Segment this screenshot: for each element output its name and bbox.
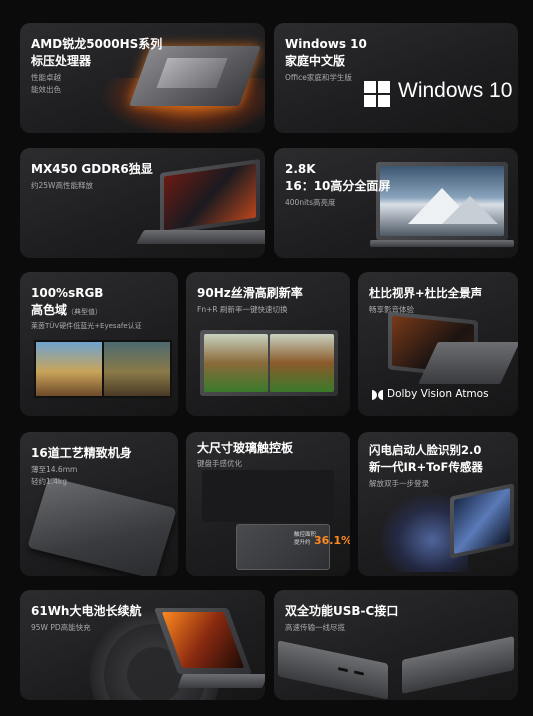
color-title-line2: 高色域（典型值）	[31, 303, 103, 317]
card-cpu: AMD锐龙5000HS系列 标压处理器 性能卓越 能效出色	[20, 23, 265, 133]
card-screen: 2.8K 16：10高分全面屏 400nits高亮度	[274, 148, 518, 258]
card-body: 16道工艺精致机身 薄至14.6mm 轻约1.4kg	[20, 432, 178, 576]
body-title: 16道工艺精致机身	[31, 446, 132, 460]
screen-title-line1: 2.8K	[285, 162, 316, 176]
laptop-ports-left-image	[278, 640, 388, 700]
color-comparison-image	[34, 340, 172, 400]
usbc-title: 双全功能USB-C接口	[285, 604, 399, 618]
os-sub: Office家庭和学生版	[285, 73, 352, 82]
card-battery: 61Wh大电池长续航 95W PD高能快充	[20, 590, 265, 700]
cpu-sub-line1: 性能卓越	[31, 73, 61, 82]
dolby-title: 杜比视界+杜比全景声	[369, 286, 483, 300]
face-title-line2: 新一代IR+ToF传感器	[369, 460, 483, 474]
laptop-face-image	[450, 483, 518, 570]
card-usbc: 双全功能USB-C接口 高速传输一线尽揽	[274, 590, 518, 700]
keyboard-image	[202, 470, 334, 522]
cpu-title-line2: 标压处理器	[31, 54, 92, 68]
usb-c-port-icon	[338, 667, 348, 673]
dolby-logo-icon	[372, 390, 384, 400]
os-title-line2: 家庭中文版	[285, 54, 346, 68]
color-sub: 莱茵TÜV硬件低蓝光+Eyesafe认证	[31, 322, 142, 330]
refresh-sub: Fn+R 刷新率一键快速切换	[197, 305, 288, 314]
laptop-closed-image	[27, 476, 177, 576]
color-title-line1: 100%sRGB	[31, 286, 104, 300]
card-face: 闪电启动人脸识别2.0 新一代IR+ToF传感器 解放双手一步登录	[358, 432, 518, 576]
face-sub: 解放双手一步登录	[369, 479, 429, 488]
windows-logo-icon	[364, 81, 390, 107]
card-touchpad: 大尺寸玻璃触控板 键盘手感优化 触控面积 提升约 36.1%	[186, 432, 350, 576]
body-sub-line2: 轻约1.4kg	[31, 477, 68, 486]
touchpad-label2: 提升约	[294, 540, 311, 546]
laptop-ports-right-image	[402, 636, 514, 694]
card-dolby: 杜比视界+杜比全景声 畅享影音体验 Dolby Vision Atmos	[358, 272, 518, 416]
screen-sub: 400nits高亮度	[285, 198, 336, 207]
cpu-chip-image	[100, 38, 265, 133]
dolby-logo-text: Dolby Vision Atmos	[387, 388, 489, 400]
card-color: 100%sRGB 高色域（典型值） 莱茵TÜV硬件低蓝光+Eyesafe认证	[20, 272, 178, 416]
gpu-title: MX450 GDDR6独显	[31, 162, 153, 176]
laptop-battery-image	[140, 602, 265, 700]
os-title-line1: Windows 10	[285, 37, 367, 51]
gpu-sub: 约25W高性能释放	[31, 181, 93, 190]
card-os: Windows 10 家庭中文版 Office家庭和学生版 Windows 10	[274, 23, 518, 133]
windows-logo-text: Windows 10	[398, 79, 513, 102]
touchpad-sub: 键盘手感优化	[197, 459, 242, 468]
touchpad-percent: 36.1%	[314, 534, 350, 547]
battery-sub: 95W PD高能快充	[31, 623, 91, 632]
cpu-title-line1: AMD锐龙5000HS系列	[31, 37, 163, 51]
touchpad-label1: 触控面积	[294, 532, 317, 538]
usb-c-port-icon	[354, 670, 364, 676]
cpu-sub-line2: 能效出色	[31, 85, 61, 94]
card-refresh: 90Hz丝滑高刷新率 Fn+R 刷新率一键快速切换	[186, 272, 350, 416]
screen-title-line2: 16：10高分全面屏	[285, 179, 391, 193]
card-gpu: MX450 GDDR6独显 约25W高性能释放	[20, 148, 265, 258]
touchpad-title: 大尺寸玻璃触控板	[197, 441, 294, 455]
horse-race-image	[200, 330, 338, 396]
refresh-title: 90Hz丝滑高刷新率	[197, 286, 303, 300]
face-title-line1: 闪电启动人脸识别2.0	[369, 443, 482, 457]
usbc-sub: 高速传输一线尽揽	[285, 623, 345, 632]
battery-title: 61Wh大电池长续航	[31, 604, 142, 618]
laptop-mountain-image	[370, 162, 514, 254]
color-title-note: （典型值）	[67, 308, 103, 316]
body-sub-line1: 薄至14.6mm	[31, 465, 78, 474]
laptop-dolby-image	[388, 311, 518, 384]
